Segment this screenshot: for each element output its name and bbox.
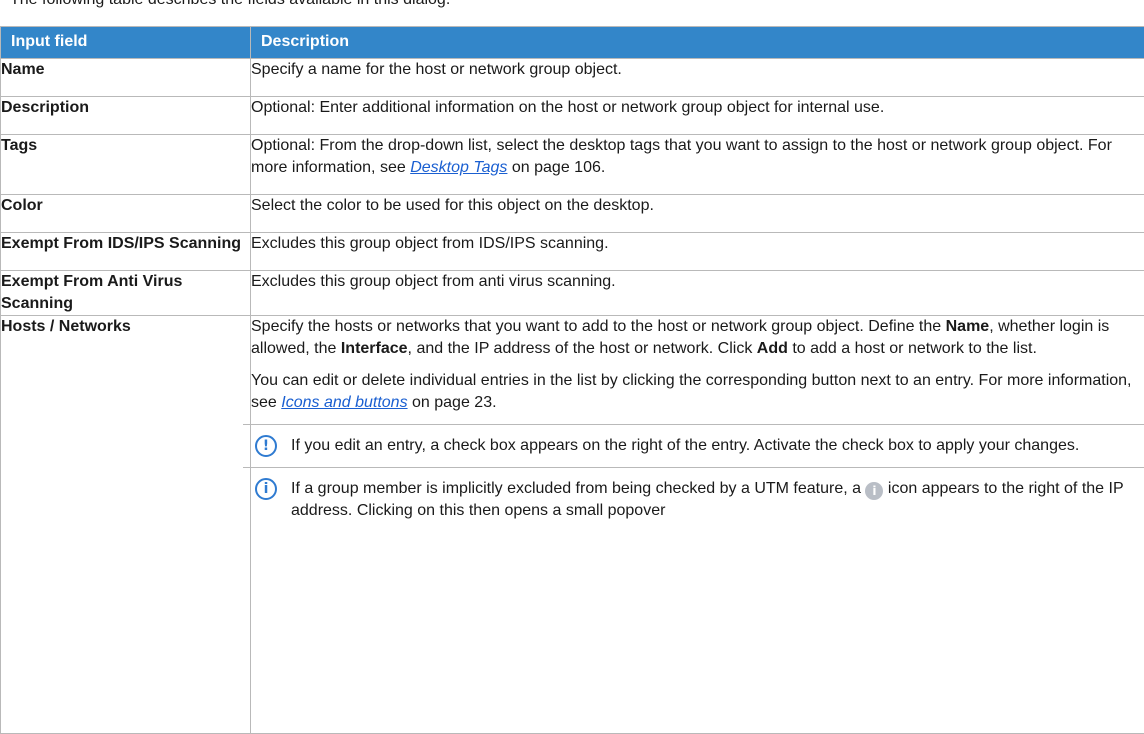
hosts-p1-text-c: , and the IP address of the host or netw…	[408, 340, 757, 357]
note-excluded-member: i If a group member is implicitly exclud…	[243, 467, 1144, 532]
table-row-av: Exempt From Anti Virus Scanning Excludes…	[1, 271, 1144, 316]
desc-hosts: Specify the hosts or networks that you w…	[251, 316, 1144, 734]
input-field-table: Input field Description Name Specify a n…	[0, 26, 1144, 734]
hosts-p1-text-d: to add a host or network to the list.	[788, 340, 1037, 357]
field-name: Name	[1, 59, 251, 97]
table-row-description: Description Optional: Enter additional i…	[1, 97, 1144, 135]
table-row-hosts: Hosts / Networks Specify the hosts or ne…	[1, 316, 1144, 734]
hosts-p1-add: Add	[757, 340, 788, 357]
note-edit-entry-text: If you edit an entry, a check box appear…	[291, 437, 1079, 454]
desc-tags: Optional: From the drop-down list, selec…	[251, 135, 1144, 195]
header-description: Description	[251, 27, 1144, 59]
icons-and-buttons-link[interactable]: Icons and buttons	[281, 394, 407, 411]
clipped-intro-text: The following table describes the fields…	[0, 0, 1144, 12]
desktop-tags-link[interactable]: Desktop Tags	[410, 159, 507, 176]
note-edit-entry: ! If you edit an entry, a check box appe…	[243, 424, 1144, 467]
desc-tags-text: Optional: From the drop-down list, selec…	[251, 137, 1112, 176]
desc-color: Select the color to be used for this obj…	[251, 195, 1144, 233]
hosts-p1-text-a: Specify the hosts or networks that you w…	[251, 318, 946, 335]
hosts-p2-text-b: on page 23.	[408, 394, 497, 411]
hosts-paragraph-2: You can edit or delete individual entrie…	[251, 370, 1144, 414]
table-header-row: Input field Description	[1, 27, 1144, 59]
desc-ids: Excludes this group object from IDS/IPS …	[251, 233, 1144, 271]
desc-description: Optional: Enter additional information o…	[251, 97, 1144, 135]
info-filled-icon: i	[865, 482, 883, 500]
field-ids: Exempt From IDS/IPS Scanning	[1, 233, 251, 271]
hosts-paragraph-1: Specify the hosts or networks that you w…	[251, 316, 1144, 360]
field-hosts: Hosts / Networks	[1, 316, 251, 734]
note-excluded-text-a: If a group member is implicitly excluded…	[291, 480, 865, 497]
hosts-p1-name: Name	[946, 318, 990, 335]
hosts-p1-interface: Interface	[341, 340, 408, 357]
field-av: Exempt From Anti Virus Scanning	[1, 271, 251, 316]
field-tags: Tags	[1, 135, 251, 195]
field-description: Description	[1, 97, 251, 135]
table-row-name: Name Specify a name for the host or netw…	[1, 59, 1144, 97]
field-color: Color	[1, 195, 251, 233]
info-circle-icon: i	[255, 478, 277, 500]
desc-name: Specify a name for the host or network g…	[251, 59, 1144, 97]
table-row-ids: Exempt From IDS/IPS Scanning Excludes th…	[1, 233, 1144, 271]
desc-tags-page: on page 106.	[507, 159, 605, 176]
table-row-tags: Tags Optional: From the drop-down list, …	[1, 135, 1144, 195]
desc-av: Excludes this group object from anti vir…	[251, 271, 1144, 316]
header-input-field: Input field	[1, 27, 251, 59]
exclamation-circle-icon: !	[255, 435, 277, 457]
table-row-color: Color Select the color to be used for th…	[1, 195, 1144, 233]
